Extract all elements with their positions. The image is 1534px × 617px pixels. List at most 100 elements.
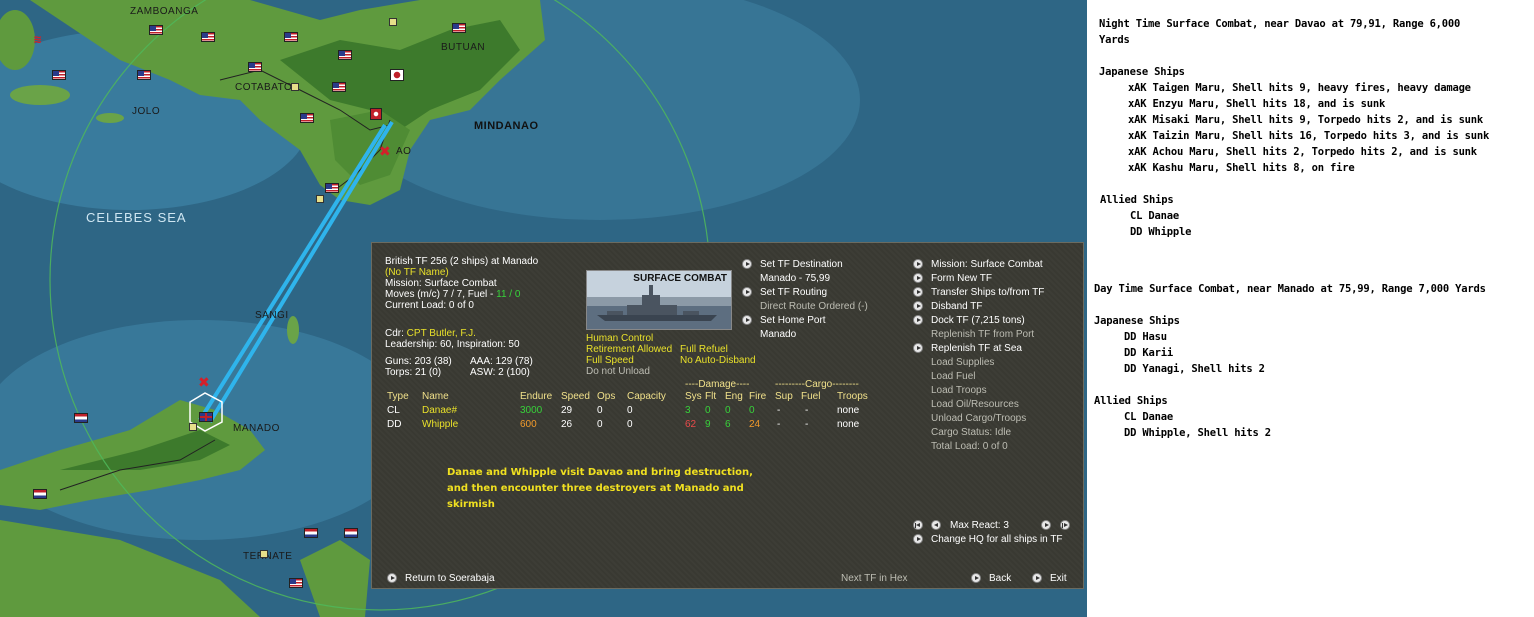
col-name[interactable]: Name: [422, 391, 449, 403]
col-speed[interactable]: Speed: [561, 391, 590, 403]
load-oil-button[interactable]: Load Oil/Resources: [931, 399, 1019, 411]
col-ops[interactable]: Ops: [597, 391, 615, 403]
us-unit-flag[interactable]: [248, 62, 262, 72]
ship-flt: 0: [705, 405, 711, 416]
set-tf-destination-button[interactable]: Set TF Destination: [760, 259, 843, 271]
commander-name[interactable]: CPT Butler, F.J.: [407, 328, 476, 339]
back-button[interactable]: Back: [989, 573, 1011, 585]
map-label-celebes-sea: CELEBES SEA: [86, 210, 187, 225]
map-label-zamboanga: ZAMBOANGA: [130, 6, 199, 17]
unload-cargo-button[interactable]: Unload Cargo/Troops: [931, 413, 1026, 425]
exit-icon[interactable]: [1032, 573, 1042, 583]
mission-button[interactable]: Mission: Surface Combat: [931, 259, 1043, 271]
us-unit-flag[interactable]: [289, 578, 303, 588]
auto-disband-toggle[interactable]: No Auto-Disband: [680, 355, 756, 367]
load-fuel-button[interactable]: Load Fuel: [931, 371, 975, 383]
us-unit-flag[interactable]: [452, 23, 466, 33]
form-new-tf-icon[interactable]: [913, 273, 923, 283]
nl-unit-flag[interactable]: [74, 413, 88, 423]
jp-unit-flag[interactable]: [390, 69, 404, 81]
combat-marker-icon[interactable]: ≋: [33, 33, 42, 46]
ship-name[interactable]: Whipple: [422, 419, 458, 431]
jp-base-marker[interactable]: [370, 108, 382, 120]
back-icon[interactable]: [971, 573, 981, 583]
map-label-sangi: SANGI: [255, 310, 289, 321]
transfer-ships-button[interactable]: Transfer Ships to/from TF: [931, 287, 1044, 299]
us-unit-flag[interactable]: [338, 50, 352, 60]
combat-report: Night Time Surface Combat, near Davao at…: [1087, 0, 1534, 617]
col-fire[interactable]: Fire: [749, 391, 766, 403]
col-troops[interactable]: Troops: [837, 391, 868, 403]
disband-tf-icon[interactable]: [913, 301, 923, 311]
us-unit-flag[interactable]: [149, 25, 163, 35]
set-tf-routing-button[interactable]: Set TF Routing: [760, 287, 827, 299]
col-eng[interactable]: Eng: [725, 391, 743, 403]
set-home-port-icon[interactable]: [742, 315, 752, 325]
mission-icon[interactable]: [913, 259, 923, 269]
base-marker[interactable]: [316, 195, 324, 203]
load-troops-button[interactable]: Load Troops: [931, 385, 987, 397]
react-decrease-icon[interactable]: [931, 520, 941, 530]
exit-button[interactable]: Exit: [1050, 573, 1067, 585]
combat2-jp-ship: DD Hasu: [1124, 331, 1167, 343]
ship-ops: 0: [597, 419, 603, 430]
replenish-at-sea-icon[interactable]: [913, 343, 923, 353]
change-hq-button[interactable]: Change HQ for all ships in TF: [931, 534, 1063, 546]
us-unit-flag[interactable]: [325, 183, 339, 193]
ship-endure: 600: [520, 419, 537, 430]
transfer-ships-icon[interactable]: [913, 287, 923, 297]
base-marker[interactable]: [260, 550, 268, 558]
ship-eng: 0: [725, 405, 731, 416]
ship-name[interactable]: Danae#: [422, 405, 457, 417]
combat-marker-icon[interactable]: ✖: [379, 144, 391, 160]
dock-tf-button[interactable]: Dock TF (7,215 tons): [931, 315, 1025, 327]
us-unit-flag[interactable]: [284, 32, 298, 42]
col-type[interactable]: Type: [387, 391, 409, 403]
nl-unit-flag[interactable]: [344, 528, 358, 538]
return-to-base-button[interactable]: Return to Soerabaja: [405, 573, 495, 585]
col-flt[interactable]: Flt: [705, 391, 716, 403]
tf-current-load: Current Load: 0 of 0: [385, 300, 474, 311]
col-fuel[interactable]: Fuel: [801, 391, 820, 403]
unload-toggle[interactable]: Do not Unload: [586, 366, 650, 378]
replenish-from-port-button[interactable]: Replenish TF from Port: [931, 329, 1034, 341]
set-routing-icon[interactable]: [742, 287, 752, 297]
col-endure[interactable]: Endure: [520, 391, 552, 403]
tf-256-marker[interactable]: [199, 412, 213, 422]
nl-unit-flag[interactable]: [304, 528, 318, 538]
set-destination-icon[interactable]: [742, 259, 752, 269]
col-sup[interactable]: Sup: [775, 391, 793, 403]
react-max-icon[interactable]: [1060, 520, 1070, 530]
combat-marker-icon[interactable]: ✖: [198, 375, 210, 391]
col-sys[interactable]: Sys: [685, 391, 702, 403]
us-unit-flag[interactable]: [332, 82, 346, 92]
mission-caption: SURFACE COMBAT: [633, 273, 727, 284]
disband-tf-button[interactable]: Disband TF: [931, 301, 983, 313]
change-hq-icon[interactable]: [913, 534, 923, 544]
ship-type: CL: [387, 405, 400, 416]
ship-sup: -: [777, 419, 781, 430]
load-supplies-button[interactable]: Load Supplies: [931, 357, 994, 369]
set-home-port-button[interactable]: Set Home Port: [760, 315, 826, 327]
replenish-at-sea-button[interactable]: Replenish TF at Sea: [931, 343, 1022, 355]
form-new-tf-button[interactable]: Form New TF: [931, 273, 992, 285]
col-capacity[interactable]: Capacity: [627, 391, 666, 403]
dock-tf-icon[interactable]: [913, 315, 923, 325]
return-icon[interactable]: [387, 573, 397, 583]
react-min-icon[interactable]: [913, 520, 923, 530]
next-tf-button[interactable]: Next TF in Hex: [841, 573, 908, 585]
us-unit-flag[interactable]: [201, 32, 215, 42]
cargo-status: Cargo Status: Idle: [931, 427, 1012, 438]
ship-fire: 24: [749, 419, 761, 430]
map-label-mindanao: MINDANAO: [474, 120, 539, 132]
us-unit-flag[interactable]: [52, 70, 66, 80]
base-marker[interactable]: [291, 83, 299, 91]
base-marker[interactable]: [189, 423, 197, 431]
us-unit-flag[interactable]: [300, 113, 314, 123]
nl-unit-flag[interactable]: [33, 489, 47, 499]
base-marker[interactable]: [389, 18, 397, 26]
react-increase-icon[interactable]: [1041, 520, 1051, 530]
ship-sys: 3: [685, 405, 691, 416]
direct-route-status: Direct Route Ordered (-): [760, 301, 868, 312]
us-unit-flag[interactable]: [137, 70, 151, 80]
